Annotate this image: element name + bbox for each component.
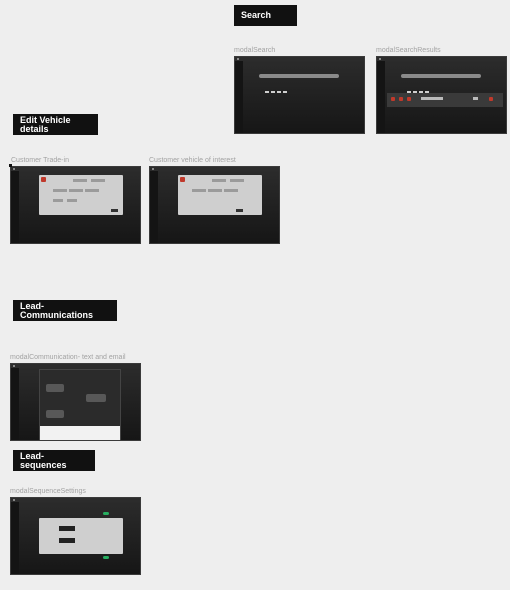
result-action[interactable] [489,97,493,101]
field[interactable] [67,199,77,202]
field[interactable] [69,189,83,192]
search-input[interactable] [259,74,339,78]
vehicle-thumbnail [399,97,403,101]
edit-vehicle-dialog [39,175,123,215]
vehicle-thumbnail [391,97,395,101]
sequence-toggle[interactable] [103,556,109,559]
edit-vehicle-dialog [178,175,262,215]
frame-title-customer-vehicle-interest: Customer vehicle of interest [149,157,236,164]
search-result-row[interactable] [387,93,503,107]
field[interactable] [224,189,238,192]
message-bubble-incoming [46,384,64,392]
frame-title-customer-trade-in: Customer Trade-in [11,157,69,164]
field[interactable] [212,179,226,182]
message-bubble-outgoing [86,394,106,402]
frame-title-modal-search-results: modalSearchResults [376,47,441,54]
frame-modal-sequence-settings[interactable] [10,497,141,575]
frame-anchor-marker [9,164,12,167]
field[interactable] [208,189,222,192]
message-composer[interactable] [40,426,120,440]
section-label-edit-vehicle: Edit Vehicle details [13,114,98,135]
frame-sidebar [11,368,19,440]
field[interactable] [85,189,99,192]
sequence-step[interactable] [59,538,75,543]
field[interactable] [91,179,105,182]
field[interactable] [230,179,244,182]
result-info [421,97,443,100]
frame-sidebar [377,61,385,133]
field[interactable] [53,189,67,192]
save-button[interactable] [236,209,243,212]
modal-overlay [235,61,364,133]
frame-customer-vehicle-interest[interactable] [149,166,280,244]
field[interactable] [53,199,63,202]
section-label-lead-communications: Lead-Communications [13,300,117,321]
communication-panel [39,369,121,440]
frame-sidebar [235,61,243,133]
frame-sidebar [11,171,19,243]
section-label-lead-sequences: Lead- sequences [13,450,95,471]
frame-sidebar [11,502,19,574]
frame-modal-search[interactable] [234,56,365,134]
frame-title-modal-search: modalSearch [234,47,276,54]
save-button[interactable] [111,209,118,212]
frame-sidebar [150,171,158,243]
sequence-toggle[interactable] [103,512,109,515]
vehicle-logo [41,177,46,182]
sequence-settings-panel [39,518,123,554]
result-status [473,97,478,100]
vehicle-thumbnail [407,97,411,101]
frame-title-modal-communication: modalCommunication- text and email [10,354,126,361]
vehicle-logo [180,177,185,182]
frame-modal-search-results[interactable] [376,56,507,134]
sequence-step[interactable] [59,526,75,531]
section-label-search: Search [234,5,297,26]
filter-chips [265,80,289,93]
field[interactable] [192,189,206,192]
search-input[interactable] [401,74,481,78]
frame-title-modal-sequence-settings: modalSequenceSettings [10,488,86,495]
frame-customer-trade-in[interactable] [10,166,141,244]
field[interactable] [73,179,87,182]
frame-modal-communication[interactable] [10,363,141,441]
message-bubble-incoming [46,410,64,418]
filter-chips [407,80,431,93]
